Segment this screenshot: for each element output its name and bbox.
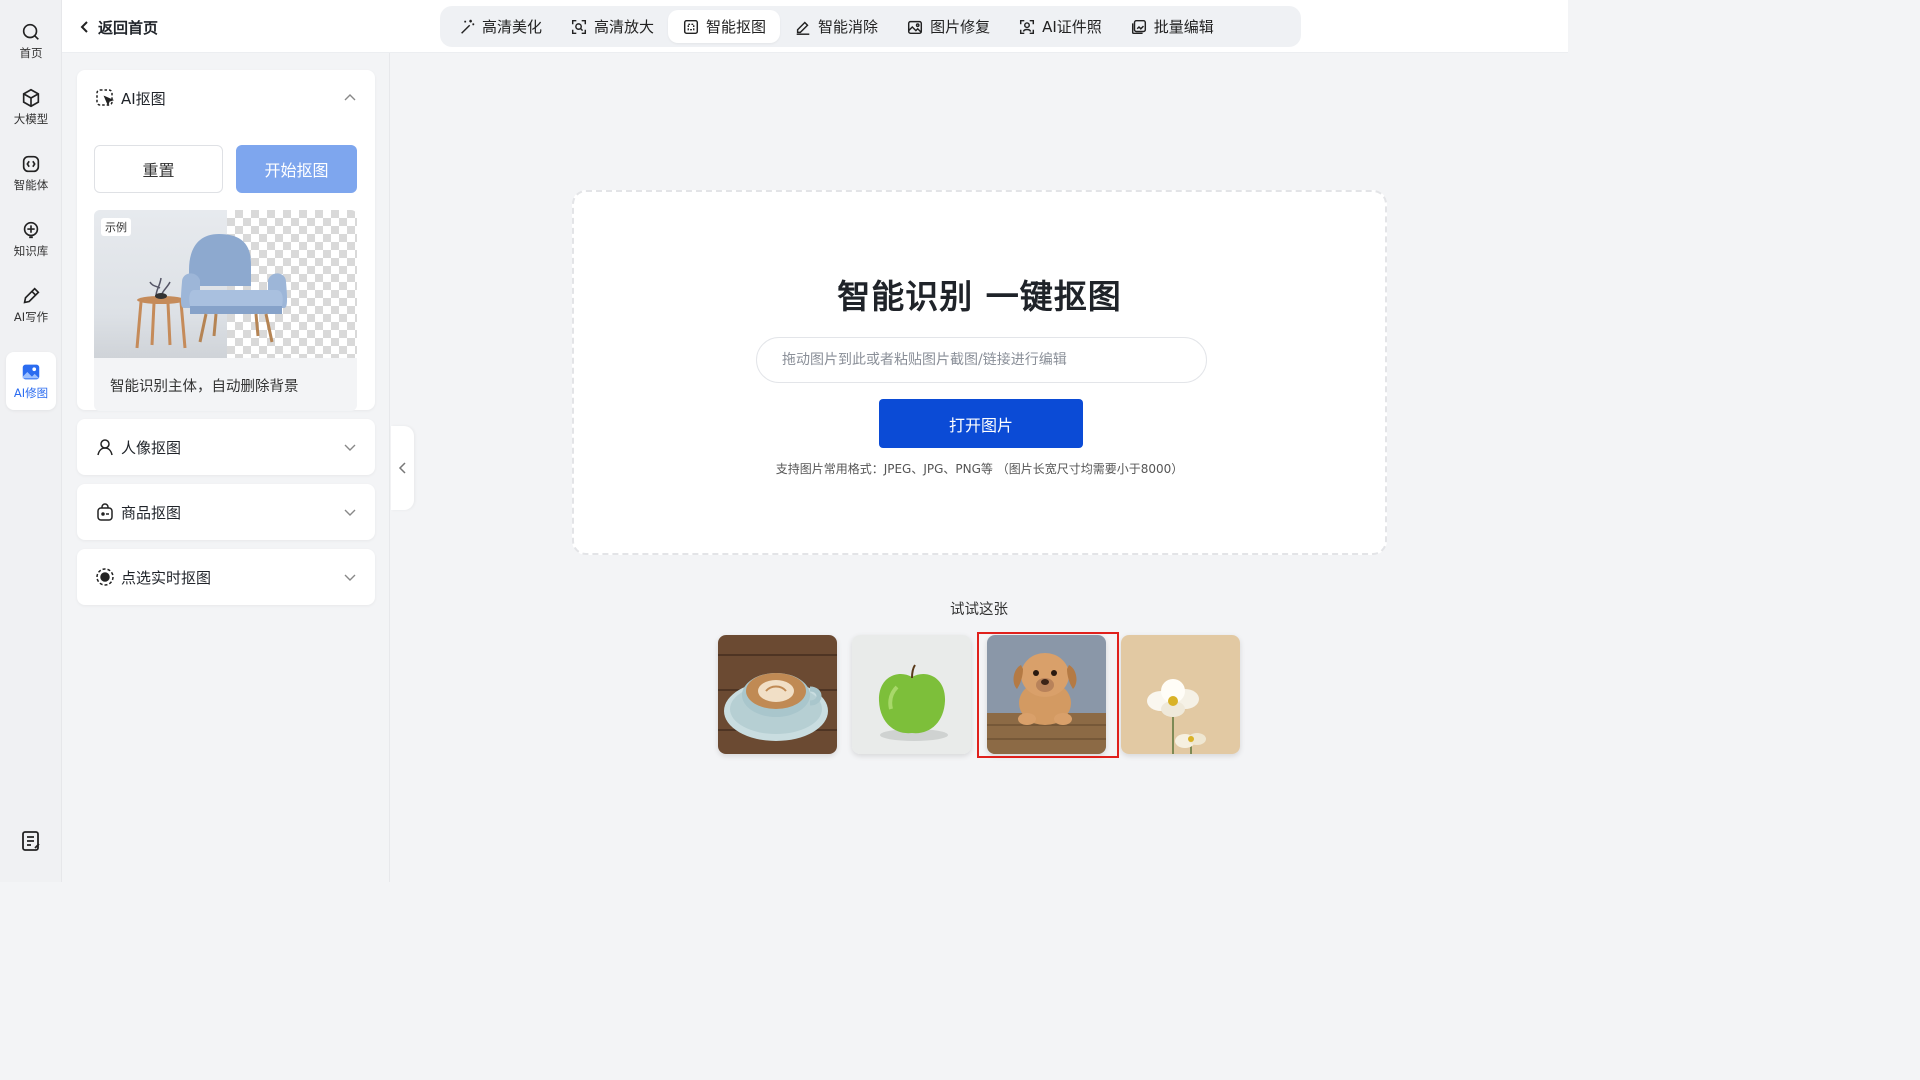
product-cutout-header[interactable]: 商品抠图 xyxy=(77,484,375,540)
click-cutout-card: 点选实时抠图 xyxy=(77,549,375,605)
coffee-cup-image xyxy=(718,635,837,754)
chevron-down-icon xyxy=(344,444,356,451)
example-image: 示例 xyxy=(94,210,357,358)
example-caption: 智能识别主体，自动删除背景 xyxy=(110,379,299,395)
tab-ai-id-photo[interactable]: AI证件照 xyxy=(1004,10,1116,43)
tab-label: 图片修复 xyxy=(930,18,991,36)
tab-hd-upscale[interactable]: 高清放大 xyxy=(556,10,668,43)
search-icon xyxy=(22,23,39,40)
sample-white-flower[interactable] xyxy=(1121,635,1240,754)
rail-label: 知识库 xyxy=(13,244,49,258)
bulb-icon xyxy=(23,221,39,239)
cube-icon xyxy=(22,88,40,108)
product-cutout-card: 商品抠图 xyxy=(77,484,375,540)
tab-label: 智能消除 xyxy=(818,18,879,36)
chevron-left-icon xyxy=(398,462,406,474)
zoom-frame-icon xyxy=(571,19,587,34)
cutout-icon xyxy=(684,19,699,34)
pen-icon xyxy=(23,287,40,304)
collapse-panel-button[interactable] xyxy=(391,426,414,510)
batch-edit-icon xyxy=(1131,19,1146,34)
green-apple-image xyxy=(852,635,971,754)
notes-icon[interactable] xyxy=(19,829,43,853)
agent-icon xyxy=(22,155,40,173)
rail-item-models[interactable]: 大模型 xyxy=(6,78,56,136)
example-preview: 示例 智能识别主体，自动删除背景 xyxy=(94,210,357,411)
bag-icon xyxy=(97,503,113,521)
image-link-input[interactable] xyxy=(756,337,1207,383)
rail-item-ai-retouch[interactable]: AI修图 xyxy=(6,352,56,410)
image-icon xyxy=(22,364,40,380)
rail-label: AI写作 xyxy=(13,310,49,324)
try-samples-label: 试试这张 xyxy=(950,602,1008,618)
tab-label: 智能抠图 xyxy=(706,18,767,36)
chevron-left-icon xyxy=(80,21,88,33)
rail-label: 首页 xyxy=(19,46,43,60)
sample-coffee-cup[interactable] xyxy=(718,635,837,754)
person-icon xyxy=(97,439,113,456)
chevron-down-icon xyxy=(344,509,356,516)
main-title: 智能识别 一键抠图 xyxy=(837,277,1122,316)
tab-label: AI证件照 xyxy=(1042,18,1102,36)
rail-item-home[interactable]: 首页 xyxy=(6,12,56,70)
start-cutout-button[interactable]: 开始抠图 xyxy=(236,145,357,193)
upload-dropzone[interactable]: 智能识别 一键抠图 打开图片 支持图片常用格式：JPEG、JPG、PNG等 （图… xyxy=(572,190,1387,555)
photo-repair-icon xyxy=(908,20,923,34)
options-panel: AI抠图 重置 开始抠图 示例 智能识别主体，自动删除背景 人像抠图 商品抠图 … xyxy=(62,53,390,882)
section-title: 点选实时抠图 xyxy=(121,568,212,587)
section-title: 人像抠图 xyxy=(121,438,182,457)
sample-puppy[interactable] xyxy=(987,635,1106,754)
click-cutout-header[interactable]: 点选实时抠图 xyxy=(77,549,375,605)
rail-label: 大模型 xyxy=(13,112,49,126)
rail-label: AI修图 xyxy=(13,386,49,400)
chevron-up-icon xyxy=(344,94,356,101)
example-badge: 示例 xyxy=(101,218,131,236)
tab-hd-beautify[interactable]: 高清美化 xyxy=(444,10,556,43)
sample-green-apple[interactable] xyxy=(852,635,971,754)
white-flower-image xyxy=(1121,635,1240,754)
rail-item-agents[interactable]: 智能体 xyxy=(6,144,56,202)
rail-item-writing[interactable]: AI写作 xyxy=(6,276,56,334)
id-photo-icon xyxy=(1020,19,1035,34)
left-rail: 首页 大模型 智能体 知识库 AI写作 AI修图 xyxy=(0,0,62,882)
tool-tabs: 高清美化 高清放大 智能抠图 智能消除 图片修复 AI证件照 批量编辑 xyxy=(440,6,1301,47)
armchair-illustration xyxy=(135,234,288,349)
ai-cutout-header[interactable]: AI抠图 xyxy=(77,70,375,126)
ai-cutout-card: AI抠图 重置 开始抠图 示例 智能识别主体，自动删除背景 xyxy=(77,70,375,411)
magic-wand-icon xyxy=(461,19,475,34)
puppy-image xyxy=(987,635,1106,754)
rail-label: 智能体 xyxy=(13,178,49,192)
tab-label: 高清美化 xyxy=(482,18,543,36)
open-image-button[interactable]: 打开图片 xyxy=(879,399,1083,448)
section-title: 商品抠图 xyxy=(121,503,182,522)
action-buttons: 重置 开始抠图 xyxy=(94,145,357,193)
top-bar: 返回首页 高清美化 高清放大 智能抠图 智能消除 图片修复 AI证件照 批量编辑 xyxy=(62,0,1568,53)
tab-label: 批量编辑 xyxy=(1153,18,1214,36)
tab-smart-cutout[interactable]: 智能抠图 xyxy=(668,10,781,43)
tab-photo-repair[interactable]: 图片修复 xyxy=(892,10,1004,43)
portrait-cutout-header[interactable]: 人像抠图 xyxy=(77,419,375,475)
ai-cutout-icon xyxy=(96,89,115,107)
format-note: 支持图片常用格式：JPEG、JPG、PNG等 （图片长宽尺寸均需要小于8000） xyxy=(775,462,1184,476)
tab-batch-edit[interactable]: 批量编辑 xyxy=(1116,10,1228,43)
target-icon xyxy=(96,568,114,586)
portrait-cutout-card: 人像抠图 xyxy=(77,419,375,475)
back-home-label: 返回首页 xyxy=(98,18,159,37)
rail-item-knowledge[interactable]: 知识库 xyxy=(6,210,56,268)
reset-button[interactable]: 重置 xyxy=(94,145,223,193)
chevron-down-icon xyxy=(344,574,356,581)
tab-smart-erase[interactable]: 智能消除 xyxy=(780,10,892,43)
tab-label: 高清放大 xyxy=(594,18,655,36)
eraser-icon xyxy=(796,20,810,35)
ai-cutout-title: AI抠图 xyxy=(121,89,166,108)
back-home-button[interactable]: 返回首页 xyxy=(78,14,158,40)
